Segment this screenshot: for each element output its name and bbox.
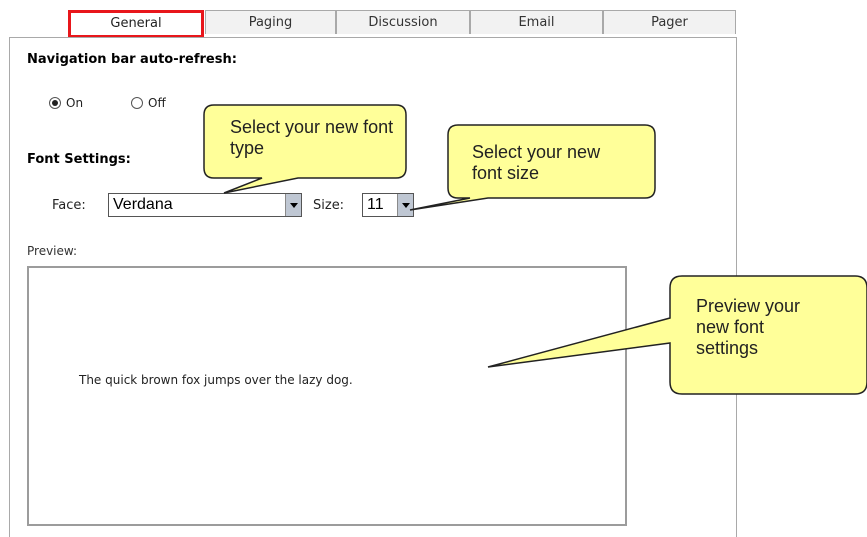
font-settings-title: Font Settings: xyxy=(27,152,131,167)
preview-sample-text: The quick brown fox jumps over the lazy … xyxy=(79,373,353,387)
tab-pager[interactable]: Pager xyxy=(603,10,736,34)
callout-font-type: Select your new font type xyxy=(230,117,394,158)
callout-preview: Preview your new font settings xyxy=(696,296,801,358)
font-size-value: 11 xyxy=(367,196,384,213)
chevron-down-icon[interactable] xyxy=(397,194,413,216)
face-label: Face: xyxy=(52,198,86,213)
tab-paging[interactable]: Paging xyxy=(205,10,336,34)
radio-on[interactable] xyxy=(49,97,61,109)
callout-font-size: Select your new font size xyxy=(472,142,601,183)
radio-off-label: Off xyxy=(148,96,166,110)
radio-on-label: On xyxy=(66,96,84,110)
size-label: Size: xyxy=(313,198,345,213)
chevron-down-icon[interactable] xyxy=(285,194,301,216)
tab-discussion[interactable]: Discussion xyxy=(336,10,470,34)
tab-email[interactable]: Email xyxy=(470,10,603,34)
nav-refresh-title: Navigation bar auto-refresh: xyxy=(27,52,237,67)
font-size-select[interactable]: 11 xyxy=(362,193,414,217)
tab-bar: General Paging Discussion Email Pager xyxy=(68,10,736,38)
preview-box: The quick brown fox jumps over the lazy … xyxy=(27,266,627,526)
preview-label: Preview: xyxy=(27,244,78,258)
tab-general[interactable]: General xyxy=(68,10,204,38)
font-face-value: Verdana xyxy=(113,196,173,213)
radio-off[interactable] xyxy=(131,97,143,109)
font-face-select[interactable]: Verdana xyxy=(108,193,302,217)
